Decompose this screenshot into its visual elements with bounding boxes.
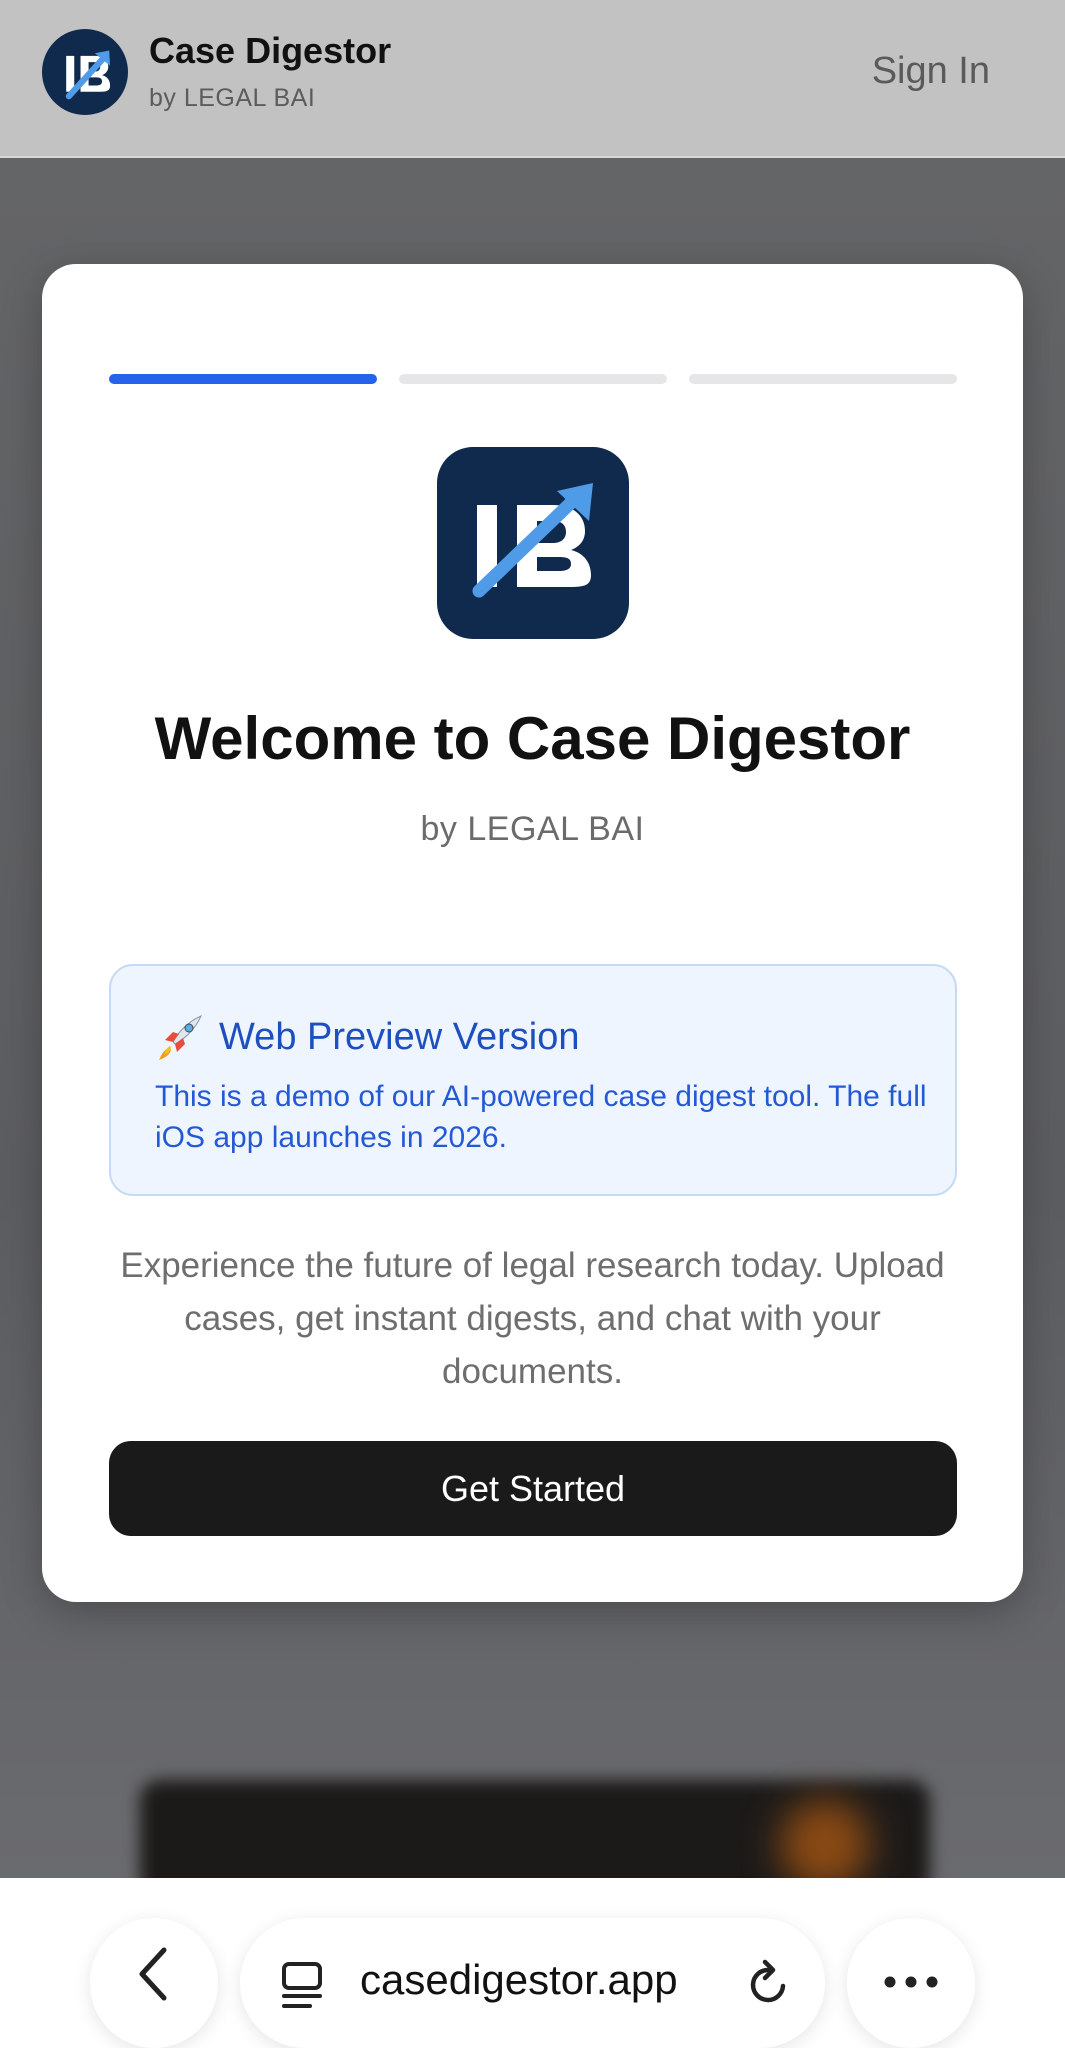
welcome-subtitle: by LEGAL BAI xyxy=(420,810,645,848)
background-accent xyxy=(780,1800,870,1890)
app-subtitle: by LEGAL BAI xyxy=(149,84,316,112)
page-menu-icon[interactable] xyxy=(280,1960,324,2010)
browser-toolbar: casedigestor.app xyxy=(0,1878,1065,2048)
notice-title: Web Preview Version xyxy=(219,1016,580,1058)
more-icon xyxy=(884,1976,938,1988)
lb-logo-icon xyxy=(437,447,629,639)
step-progress xyxy=(109,374,957,384)
preview-notice: Web Preview Version This is a demo of ou… xyxy=(109,964,957,1196)
welcome-title: Welcome to Case Digestor xyxy=(154,705,911,772)
url-text: casedigestor.app xyxy=(360,1956,678,2003)
welcome-description: Experience the future of legal research … xyxy=(120,1246,945,1391)
site-header: Case Digestor by LEGAL BAI Sign In xyxy=(0,0,1065,158)
get-started-button[interactable]: Get Started xyxy=(109,1441,957,1536)
progress-step-3 xyxy=(689,374,957,384)
rocket-icon xyxy=(155,1012,205,1062)
more-button[interactable] xyxy=(847,1918,975,2048)
lb-logo-icon[interactable] xyxy=(42,29,128,115)
progress-step-1 xyxy=(109,374,377,384)
back-button[interactable] xyxy=(90,1918,218,2048)
onboarding-modal: Welcome to Case Digestor by LEGAL BAI We… xyxy=(42,264,1023,1602)
progress-step-2 xyxy=(399,374,667,384)
sign-in-link[interactable]: Sign In xyxy=(872,50,990,93)
reload-icon[interactable] xyxy=(745,1958,793,2008)
app-title: Case Digestor xyxy=(149,30,392,71)
notice-body: This is a demo of our AI-powered case di… xyxy=(155,1080,927,1154)
address-bar[interactable]: casedigestor.app xyxy=(240,1918,825,2048)
back-chevron-icon xyxy=(139,1947,167,2001)
page: Case Digestor by LEGAL BAI Sign In Welco… xyxy=(0,0,1065,2048)
